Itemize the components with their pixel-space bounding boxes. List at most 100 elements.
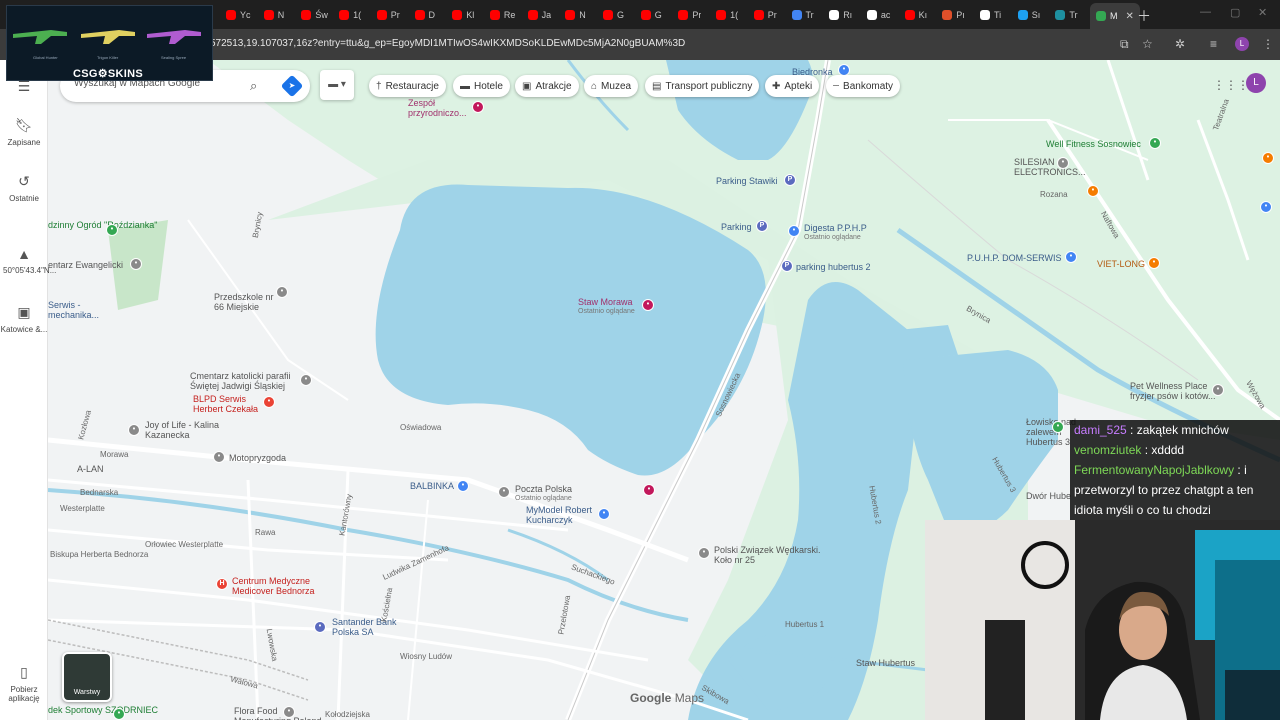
pzw-pin-icon[interactable]: • — [698, 547, 710, 559]
map-place-label[interactable]: Dwór Hube — [1026, 491, 1071, 501]
browser-tab[interactable]: D — [414, 5, 435, 25]
map-place-label[interactable]: Staw Hubertus — [856, 658, 915, 668]
map-place-label[interactable]: Staw Morawa Ostatnio oglądane — [578, 297, 635, 317]
url-text[interactable]: 572513,19.107037,16z?entry=ttu&g_ep=Egoy… — [210, 38, 685, 49]
close-window-icon[interactable]: ✕ — [1258, 6, 1267, 19]
blpd-pin-icon[interactable]: • — [263, 396, 275, 408]
browser-tab[interactable]: Sı — [1017, 5, 1040, 25]
browser-tab[interactable]: ac — [866, 5, 890, 25]
install-app-icon[interactable]: ⧉ — [1120, 37, 1129, 52]
map-place-label[interactable]: A-LAN — [77, 464, 104, 474]
map-place-label[interactable]: Serwis - mechanika... — [48, 300, 118, 320]
browser-tab[interactable]: Św — [301, 5, 328, 25]
chip-apteki[interactable]: ✚ Apteki — [765, 75, 820, 97]
balbinka-pin-icon[interactable]: • — [457, 480, 469, 492]
menu-button[interactable]: ☰ — [0, 78, 48, 99]
parking-stawiki-icon[interactable]: P — [784, 174, 796, 186]
browser-menu-icon[interactable]: ⋮ — [1262, 37, 1274, 51]
browser-tab[interactable]: Re — [489, 5, 515, 25]
browser-tab[interactable]: Kl — [452, 5, 474, 25]
parking-hubertus-icon[interactable]: P — [781, 260, 793, 272]
przedszkole-pin-icon[interactable]: • — [276, 286, 288, 298]
map-place-label[interactable]: Centrum Medyczne Medicover Bednorza — [232, 576, 332, 596]
silesian-pin-icon[interactable]: • — [1057, 157, 1069, 169]
santander-pin-icon[interactable]: • — [314, 621, 326, 633]
cmentarz-katolicki-pin-icon[interactable]: • — [300, 374, 312, 386]
browser-tab[interactable]: Yc — [226, 5, 251, 25]
map-place-label[interactable]: Poczta Polska Ostatnio oglądane — [515, 484, 572, 504]
staw-morawa-pin-icon[interactable]: • — [642, 299, 654, 311]
input-tools-button[interactable]: ▬ ▾ — [320, 70, 354, 100]
map-place-label[interactable]: Zespół przyrodniczo... — [408, 98, 478, 118]
browser-tab[interactable]: Pr — [753, 5, 777, 25]
bookmark-star-icon[interactable]: ☆ — [1142, 37, 1153, 51]
mymodel-pin-icon[interactable]: • — [598, 508, 610, 520]
orange-pin-icon[interactable]: • — [1087, 185, 1099, 197]
browser-profile-avatar[interactable]: L — [1235, 37, 1249, 51]
new-tab-icon[interactable]: ＋ — [1137, 6, 1151, 26]
map-place-label[interactable]: Polski Związek Wędkarski. Koło nr 25 — [714, 545, 824, 565]
csgoskins-ad[interactable]: Global Hunter Trigon Killer Sealing Spre… — [6, 5, 213, 81]
digesta-pin-icon[interactable]: • — [788, 225, 800, 237]
browser-tab[interactable]: G — [640, 5, 662, 25]
poczta-pin-icon[interactable]: • — [498, 486, 510, 498]
recent-katowice-item[interactable]: ▣ Katowice &... — [0, 304, 48, 334]
browser-tab[interactable]: Rı — [829, 5, 852, 25]
map-place-label[interactable]: entarz Ewangelicki — [48, 260, 123, 270]
well-fitness-pin-icon[interactable]: • — [1149, 137, 1161, 149]
map-place-label[interactable]: Joy of Life - Kalina Kazanecka — [145, 420, 240, 440]
sportowy-pin-icon[interactable]: • — [113, 708, 125, 720]
chip-transport-publiczny[interactable]: ▤ Transport publiczny — [645, 75, 760, 97]
viet-long-pin-icon[interactable]: • — [1148, 257, 1160, 269]
lowisko-pin-icon[interactable]: • — [1052, 421, 1064, 433]
map-place-label[interactable]: Motopryzgoda — [229, 453, 286, 463]
extensions-icon[interactable]: ✲ — [1175, 37, 1185, 51]
map-place-label[interactable]: P.U.H.P. DOM-SERWIS — [967, 253, 1062, 263]
media-icon[interactable]: ≡ — [1210, 37, 1217, 51]
chip-restauracje[interactable]: † Restauracje — [369, 75, 446, 97]
parking-icon[interactable]: P — [756, 220, 768, 232]
ogrod-pin-icon[interactable]: • — [106, 224, 118, 236]
browser-tab[interactable]: N — [565, 5, 586, 25]
browser-tab[interactable]: Tr — [791, 5, 814, 25]
map-place-label[interactable]: Flora Food Manufacturing Poland — [234, 706, 324, 720]
map-place-label[interactable]: BLPD Serwis Herbert Czekała — [193, 394, 273, 414]
map-place-label[interactable]: Przedszkole nr 66 Miejskie — [214, 292, 284, 312]
browser-tab[interactable]: Pı — [942, 5, 965, 25]
browser-tab[interactable]: Kı — [904, 5, 927, 25]
apps-grid-icon[interactable]: ⋮⋮⋮ — [1213, 78, 1249, 92]
map-place-label[interactable]: dek Sportowy SZODRNIEC — [48, 705, 158, 715]
browser-tab[interactable]: Ti — [980, 5, 1001, 25]
map-place-label[interactable]: VIET-LONG — [1097, 259, 1145, 269]
layers-button[interactable]: Warstwy — [62, 652, 112, 702]
cmentarz-pin-icon[interactable]: • — [130, 258, 142, 270]
map-place-label[interactable]: Parking Stawiki — [716, 176, 778, 186]
browser-tab[interactable]: N — [263, 5, 284, 25]
browser-tab[interactable]: Ja — [527, 5, 551, 25]
tab-active[interactable]: M ✕ — [1090, 3, 1140, 29]
map-place-label[interactable]: parking hubertus 2 — [796, 262, 871, 272]
chip-muzea[interactable]: ⌂ Muzea — [584, 75, 639, 97]
map-place-label[interactable]: Digesta P.P.H.P Ostatnio oglądane — [804, 223, 867, 243]
pink-pin-icon[interactable]: • — [643, 484, 655, 496]
flora-pin-icon[interactable]: • — [283, 706, 295, 718]
joy-of-life-pin-icon[interactable]: • — [128, 424, 140, 436]
map-place-label[interactable]: SILESIAN ELECTRONICS... — [1014, 157, 1086, 177]
map-place-label[interactable]: BALBINKA — [410, 481, 454, 491]
search-icon[interactable]: ⌕ — [250, 78, 257, 94]
chip-hotele[interactable]: ▬ Hotele — [453, 75, 510, 97]
minimize-icon[interactable]: — — [1200, 6, 1211, 18]
orange-pin-right-icon[interactable]: • — [1262, 152, 1274, 164]
chip-atrakcje[interactable]: ▣ Atrakcje — [515, 75, 579, 97]
medicover-pin-icon[interactable]: H — [216, 578, 228, 590]
recent-button[interactable]: ↺ Ostatnie — [0, 173, 48, 203]
map-place-label[interactable]: Santander Bank Polska SA — [332, 617, 412, 637]
browser-tab[interactable]: Pr — [678, 5, 701, 25]
saved-button[interactable]: 🔖︎ Zapisane — [0, 117, 48, 147]
pet-wellness-pin-icon[interactable]: • — [1212, 384, 1224, 396]
blue-pin-right-icon[interactable]: • — [1260, 201, 1272, 213]
directions-button[interactable]: ➤ — [280, 74, 304, 98]
account-avatar[interactable]: L — [1246, 73, 1266, 93]
browser-tab[interactable]: 1( — [339, 5, 361, 25]
pin-zespol-icon[interactable]: • — [472, 101, 484, 113]
